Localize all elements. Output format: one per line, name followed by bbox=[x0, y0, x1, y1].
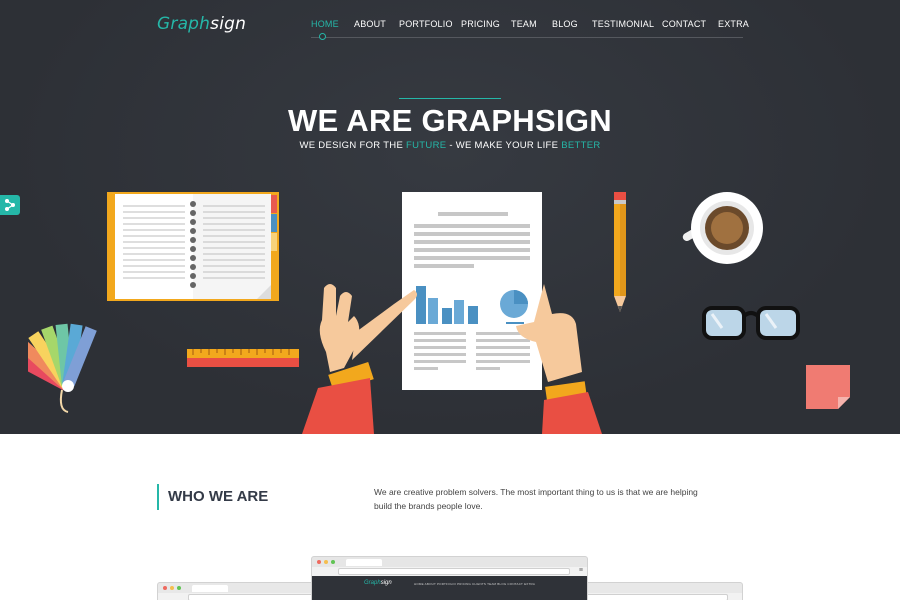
nav-item-extra[interactable]: EXTRA bbox=[718, 19, 749, 29]
browser-preview-content: Graphsign HOME ABOUT PORTFOLIO PRICING C… bbox=[312, 576, 587, 600]
hero-section: Graphsign HOME ABOUT PORTFOLIO PRICING T… bbox=[0, 0, 900, 434]
preview-brand-accent: Graph bbox=[364, 580, 381, 586]
preview-brand-rest: sign bbox=[380, 580, 392, 586]
who-we-are-text: We are creative problem solvers. The mos… bbox=[374, 487, 698, 511]
hero-subtitle-part-1: WE DESIGN FOR THE bbox=[299, 140, 407, 151]
window-controls-icon bbox=[317, 560, 335, 564]
brand-logo[interactable]: Graphsign bbox=[157, 14, 246, 34]
nav-item-portfolio[interactable]: PORTFOLIO bbox=[399, 19, 453, 29]
nav-item-team[interactable]: TEAM bbox=[511, 19, 537, 29]
hero-title: WE ARE GRAPHSIGN bbox=[287, 103, 612, 138]
hero-subtitle-highlight-2: BETTER bbox=[561, 140, 601, 151]
hero-subtitle-part-2: - WE MAKE YOUR LIFE bbox=[446, 140, 562, 151]
hero-subtitle-highlight-1: FUTURE bbox=[406, 140, 447, 151]
share-icon[interactable] bbox=[0, 195, 20, 215]
preview-nav: HOME ABOUT PORTFOLIO PRICING CLIENTS TEA… bbox=[414, 582, 536, 586]
preview-brand-logo: Graphsign bbox=[364, 580, 392, 586]
document-illustration bbox=[302, 192, 602, 434]
page: Graphsign HOME ABOUT PORTFOLIO PRICING T… bbox=[0, 0, 900, 600]
brand-logo-rest: sign bbox=[210, 14, 247, 34]
nav-active-indicator bbox=[319, 33, 326, 40]
menu-icon: ≡ bbox=[578, 567, 583, 574]
sticky-note-illustration bbox=[806, 365, 850, 409]
browser-toolbar bbox=[312, 557, 587, 567]
nav-item-home[interactable]: HOME bbox=[311, 19, 339, 29]
notebook-illustration bbox=[107, 192, 279, 301]
color-swatch-illustration bbox=[28, 323, 97, 413]
pencil-illustration bbox=[614, 192, 626, 312]
ruler-illustration bbox=[187, 349, 299, 367]
browser-tab bbox=[346, 559, 382, 566]
coffee-cup-illustration bbox=[682, 192, 763, 264]
nav-underline bbox=[311, 37, 743, 38]
window-controls-icon bbox=[163, 586, 181, 590]
glasses-illustration bbox=[702, 306, 800, 340]
who-title-accent-bar bbox=[157, 484, 159, 510]
nav-item-contact[interactable]: CONTACT bbox=[662, 19, 706, 29]
nav-item-blog[interactable]: BLOG bbox=[552, 19, 578, 29]
hero-subtitle: WE DESIGN FOR THE FUTURE - WE MAKE YOUR … bbox=[0, 140, 900, 151]
hero-divider bbox=[399, 98, 501, 99]
browser-tab bbox=[192, 585, 228, 592]
brand-logo-accent: Graph bbox=[157, 14, 211, 34]
browser-address-row: ≡ bbox=[312, 567, 587, 576]
nav-item-about[interactable]: ABOUT bbox=[354, 19, 386, 29]
main-nav: HOME ABOUT PORTFOLIO PRICING TEAM BLOG T… bbox=[311, 19, 749, 40]
nav-item-pricing[interactable]: PRICING bbox=[461, 19, 500, 29]
nav-item-testimonial[interactable]: TESTIMONIAL bbox=[592, 19, 654, 29]
front-browser-mockup: ≡ Graphsign HOME ABOUT PORTFOLIO PRICING… bbox=[311, 556, 588, 600]
browser-address-bar bbox=[338, 568, 570, 575]
who-we-are-title: WHO WE ARE bbox=[168, 488, 269, 505]
